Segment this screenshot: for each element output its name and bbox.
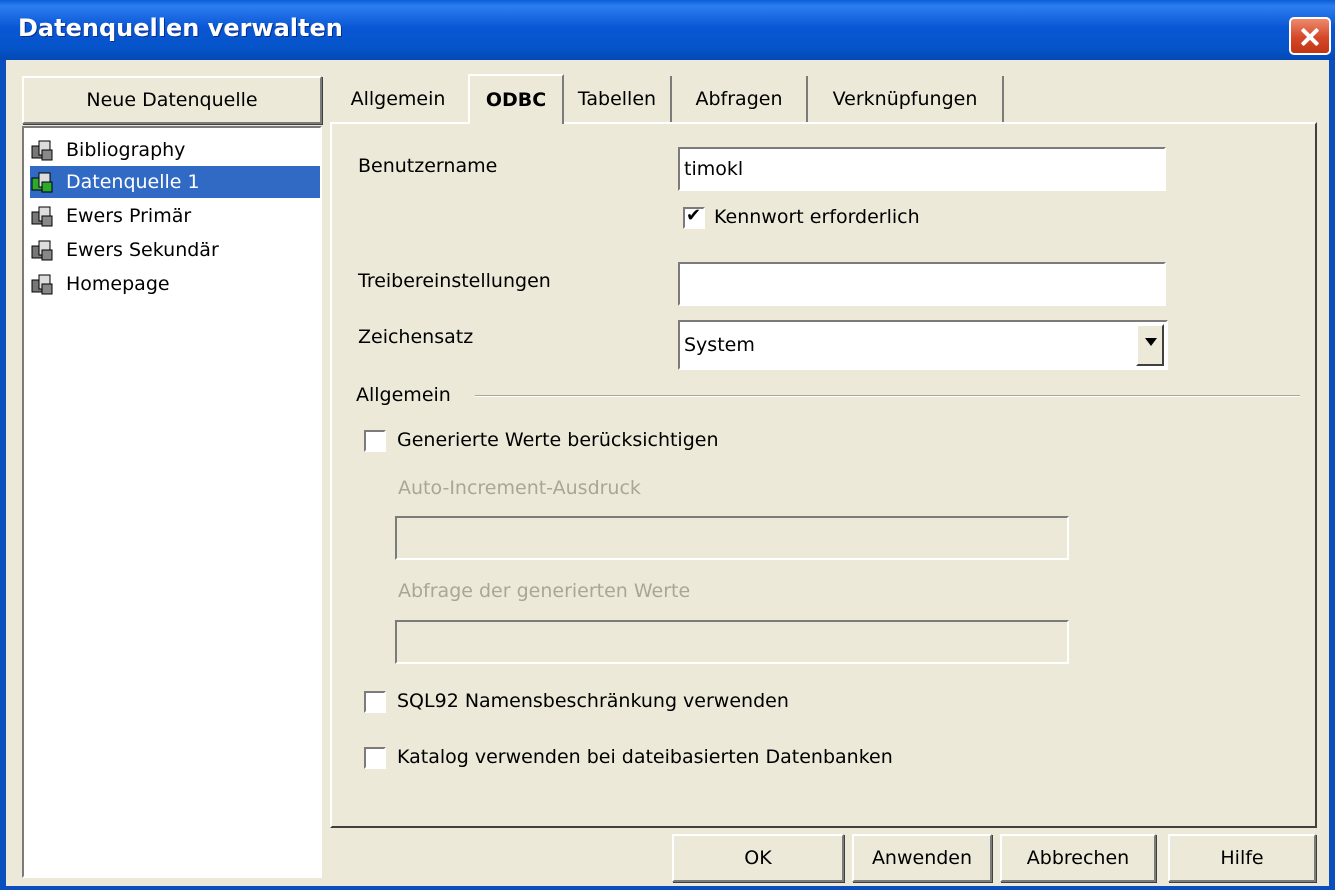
charset-select[interactable]: System bbox=[678, 320, 1168, 370]
ok-button[interactable]: OK bbox=[672, 834, 844, 882]
list-item[interactable]: Homepage bbox=[30, 268, 320, 300]
list-item-selected[interactable]: Datenquelle 1 bbox=[30, 166, 320, 198]
tab-allgemein[interactable]: Allgemein bbox=[328, 76, 468, 122]
list-item-label: Ewers Sekundär bbox=[66, 239, 219, 261]
window-frame-right bbox=[1329, 60, 1335, 890]
list-item[interactable]: Ewers Sekundär bbox=[30, 234, 320, 266]
new-datasource-button[interactable]: Neue Datenquelle bbox=[22, 76, 322, 124]
help-button[interactable]: Hilfe bbox=[1168, 834, 1316, 882]
sql92-label: SQL92 Namensbeschränkung verwenden bbox=[397, 690, 789, 712]
auto-increment-input[interactable] bbox=[395, 516, 1069, 560]
database-icon bbox=[31, 140, 53, 161]
driver-settings-input[interactable] bbox=[678, 262, 1166, 306]
apply-button[interactable]: Anwenden bbox=[852, 834, 992, 882]
generated-query-input[interactable] bbox=[395, 620, 1069, 664]
list-item-label: Homepage bbox=[66, 273, 170, 295]
window-frame-bottom bbox=[0, 886, 1335, 890]
datasource-list[interactable]: Bibliography Datenquelle 1 Ewers Primär … bbox=[22, 126, 322, 878]
group-general-label: Allgemein bbox=[356, 384, 451, 406]
password-required-checkbox[interactable] bbox=[683, 205, 705, 229]
generated-values-label: Generierte Werte berücksichtigen bbox=[397, 429, 719, 451]
list-item-label: Ewers Primär bbox=[66, 205, 192, 227]
close-button[interactable] bbox=[1289, 17, 1331, 55]
database-icon bbox=[31, 240, 53, 261]
catalog-label: Katalog verwenden bei dateibasierten Dat… bbox=[397, 746, 893, 768]
username-input[interactable]: timokl bbox=[678, 147, 1166, 191]
database-icon bbox=[31, 274, 53, 295]
group-divider bbox=[475, 395, 1300, 397]
driver-settings-label: Treibereinstellungen bbox=[358, 270, 551, 292]
generated-values-checkbox[interactable] bbox=[364, 430, 386, 452]
database-icon bbox=[31, 206, 53, 227]
auto-increment-label: Auto-Increment-Ausdruck bbox=[398, 477, 641, 499]
charset-label: Zeichensatz bbox=[358, 326, 474, 348]
tab-verknuepfungen[interactable]: Verknüpfungen bbox=[808, 76, 1004, 122]
list-item[interactable]: Bibliography bbox=[30, 134, 320, 166]
window-frame-left bbox=[0, 60, 6, 890]
title-bar[interactable]: Datenquellen verwalten bbox=[0, 0, 1335, 60]
dialog-window: Datenquellen verwalten Neue Datenquelle … bbox=[0, 0, 1335, 890]
list-item-label: Datenquelle 1 bbox=[66, 171, 200, 193]
sql92-checkbox[interactable] bbox=[364, 691, 386, 713]
chevron-down-icon[interactable] bbox=[1136, 324, 1164, 366]
generated-query-label: Abfrage der generierten Werte bbox=[398, 580, 691, 602]
tab-odbc[interactable]: ODBC bbox=[468, 74, 564, 124]
username-label: Benutzername bbox=[358, 155, 498, 177]
password-required-label: Kennwort erforderlich bbox=[714, 206, 920, 228]
window-title: Datenquellen verwalten bbox=[18, 14, 343, 42]
list-item[interactable]: Ewers Primär bbox=[30, 200, 320, 232]
tab-tabellen[interactable]: Tabellen bbox=[564, 76, 672, 122]
list-item-label: Bibliography bbox=[66, 139, 186, 161]
charset-value: System bbox=[684, 334, 755, 356]
database-connected-icon bbox=[31, 172, 53, 193]
catalog-checkbox[interactable] bbox=[364, 747, 386, 769]
cancel-button[interactable]: Abbrechen bbox=[1000, 834, 1156, 882]
tab-abfragen[interactable]: Abfragen bbox=[672, 76, 808, 122]
